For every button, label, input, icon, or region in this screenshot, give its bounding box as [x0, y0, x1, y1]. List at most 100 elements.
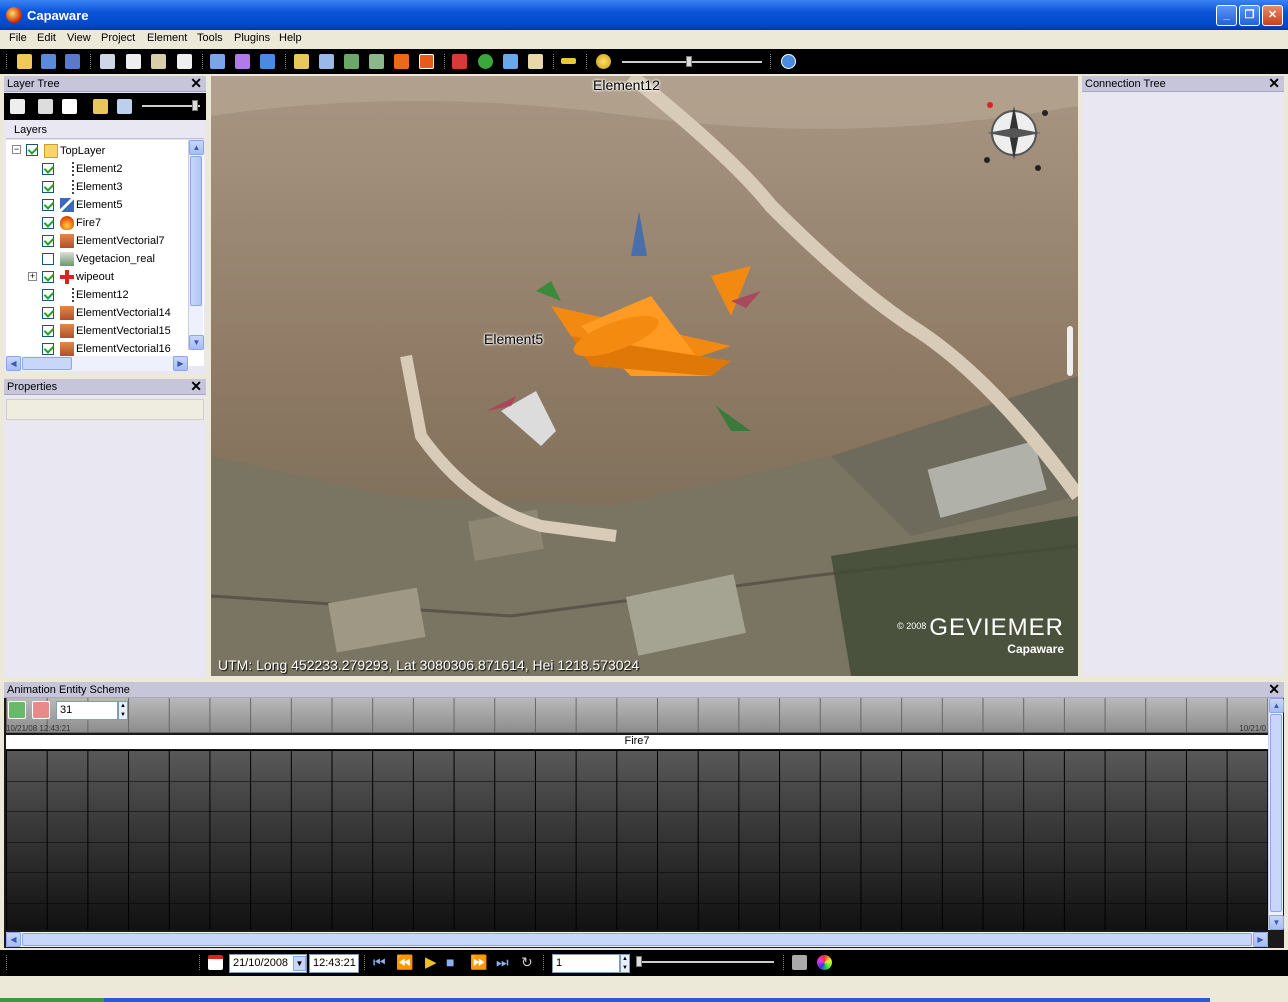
date-dropdown-icon[interactable]: ▼ — [293, 956, 306, 971]
stop-icon[interactable]: ■ — [446, 954, 454, 970]
map-viewport[interactable]: Element12 Element5 UTM: Long 452233.2792… — [211, 76, 1078, 676]
tree-item-vegetacion_real[interactable]: Vegetacion_real — [6, 250, 186, 268]
menu-help[interactable]: Help — [279, 32, 302, 44]
ruler-icon[interactable] — [561, 58, 576, 64]
checkbox[interactable] — [42, 199, 54, 211]
tree-item-element12[interactable]: Element12 — [6, 286, 186, 304]
paste-icon[interactable] — [151, 54, 166, 69]
layer-icon[interactable] — [294, 54, 309, 69]
new-icon[interactable] — [17, 54, 32, 69]
menu-project[interactable]: Project — [101, 32, 135, 44]
help-icon[interactable] — [781, 54, 796, 69]
terrain-view[interactable] — [211, 76, 1078, 676]
terrain-icon[interactable] — [344, 54, 359, 69]
cube-icon[interactable] — [319, 54, 334, 69]
menu-element[interactable]: Element — [147, 32, 187, 44]
scroll-right-icon[interactable]: ▶ — [1253, 932, 1268, 947]
scroll-down-icon[interactable]: ▼ — [1269, 915, 1284, 930]
checkbox[interactable] — [42, 271, 54, 283]
speed-spinner[interactable]: ▲ ▼ — [620, 954, 630, 973]
fire-icon[interactable] — [394, 54, 409, 69]
checkbox[interactable] — [42, 343, 54, 355]
scroll-up-icon[interactable]: ▲ — [189, 140, 204, 155]
chart-icon[interactable] — [260, 54, 275, 69]
checkbox[interactable] — [26, 144, 38, 156]
rewind-icon[interactable]: ⏪ — [396, 954, 413, 971]
checkbox[interactable] — [42, 289, 54, 301]
scroll-left-icon[interactable]: ◀ — [6, 356, 21, 371]
collapse-icon[interactable]: − — [12, 145, 21, 154]
rotate-icon[interactable] — [478, 54, 493, 69]
skip-start-icon[interactable]: ⏮ — [373, 954, 386, 971]
animation-vscroll[interactable]: ▲ ▼ — [1268, 698, 1284, 930]
viewport-edge-handle[interactable] — [1067, 326, 1073, 376]
menu-edit[interactable]: Edit — [37, 32, 56, 44]
menu-view[interactable]: View — [67, 32, 91, 44]
close-icon[interactable]: ✕ — [190, 379, 202, 394]
move-icon[interactable] — [452, 54, 467, 69]
fit-icon[interactable] — [503, 54, 518, 69]
timeline-ruler[interactable]: 10/21/08 12:43:21 10/21/0 — [6, 698, 1268, 733]
folder-layer-icon[interactable] — [93, 99, 108, 114]
scroll-thumb[interactable] — [22, 933, 1252, 946]
tree-item-fire7[interactable]: Fire7 — [6, 214, 186, 232]
scroll-thumb[interactable] — [22, 357, 72, 370]
tree-item-element3[interactable]: Element3 — [6, 178, 186, 196]
animation-hscroll[interactable]: ◀ ▶ — [6, 932, 1268, 947]
checkbox[interactable] — [42, 217, 54, 229]
frame-count-spinner[interactable]: ▲ ▼ — [118, 701, 128, 720]
copy-icon[interactable] — [126, 54, 141, 69]
scroll-down-icon[interactable]: ▼ — [189, 335, 204, 350]
window-icon[interactable] — [210, 54, 225, 69]
menu-plugins[interactable]: Plugins — [234, 32, 270, 44]
menu-file[interactable]: File — [9, 32, 27, 44]
close-icon[interactable]: ✕ — [1268, 76, 1280, 91]
close-icon[interactable]: ✕ — [190, 76, 202, 91]
scroll-right-icon[interactable]: ▶ — [173, 356, 188, 371]
add-element-icon[interactable] — [38, 99, 53, 114]
keyframe-grid[interactable] — [6, 750, 1268, 930]
fast-forward-icon[interactable]: ⏩ — [470, 954, 487, 971]
menu-tools[interactable]: Tools — [197, 32, 223, 44]
tree-item-elementvectorial7[interactable]: ElementVectorial7 — [6, 232, 186, 250]
layer-tree-vscroll[interactable]: ▲ ▼ — [188, 140, 204, 350]
tree-item-element5[interactable]: Element5 — [6, 196, 186, 214]
timeline-slider-knob[interactable] — [636, 956, 642, 967]
notes-icon[interactable] — [528, 54, 543, 69]
loop-icon[interactable]: ↻ — [521, 954, 533, 971]
close-icon[interactable]: ✕ — [1268, 682, 1280, 697]
scroll-thumb[interactable] — [1270, 714, 1282, 912]
new-layer-icon[interactable] — [10, 99, 25, 114]
tree-item-elementvectorial14[interactable]: ElementVectorial14 — [6, 304, 186, 322]
maximize-button[interactable]: ❐ — [1239, 5, 1260, 26]
skip-end-icon[interactable]: ⏭ — [496, 954, 509, 971]
fire-box-icon[interactable] — [419, 54, 434, 69]
scroll-up-icon[interactable]: ▲ — [1269, 698, 1284, 713]
checkbox[interactable] — [42, 325, 54, 337]
save-icon[interactable] — [41, 54, 56, 69]
light-slider[interactable] — [622, 61, 762, 63]
layer-tree-hscroll[interactable]: ◀ ▶ — [6, 356, 188, 371]
graph-icon[interactable] — [235, 54, 250, 69]
tree-item-toplayer[interactable]: − TopLayer — [6, 142, 186, 160]
tree-item-element2[interactable]: Element2 — [6, 160, 186, 178]
add-key-icon[interactable] — [8, 701, 26, 719]
color-wheel-icon[interactable] — [817, 955, 832, 970]
checkbox[interactable] — [42, 181, 54, 193]
document-icon[interactable] — [177, 54, 192, 69]
checkbox[interactable] — [42, 235, 54, 247]
tree-item-elementvectorial15[interactable]: ElementVectorial15 — [6, 322, 186, 340]
checkbox[interactable] — [42, 163, 54, 175]
cut-icon[interactable] — [100, 54, 115, 69]
calendar-icon[interactable] — [208, 955, 223, 970]
checkbox[interactable] — [42, 307, 54, 319]
save-all-icon[interactable] — [65, 54, 80, 69]
expand-icon[interactable]: + — [28, 272, 37, 281]
time-field[interactable]: 12:43:21 — [309, 954, 359, 973]
opacity-slider-knob[interactable] — [192, 100, 198, 111]
play-icon[interactable]: ▶ — [425, 953, 437, 971]
light-slider-knob[interactable] — [686, 56, 692, 67]
film-icon[interactable] — [792, 955, 807, 970]
sun-icon[interactable] — [596, 54, 611, 69]
minimize-button[interactable]: _ — [1216, 5, 1237, 26]
